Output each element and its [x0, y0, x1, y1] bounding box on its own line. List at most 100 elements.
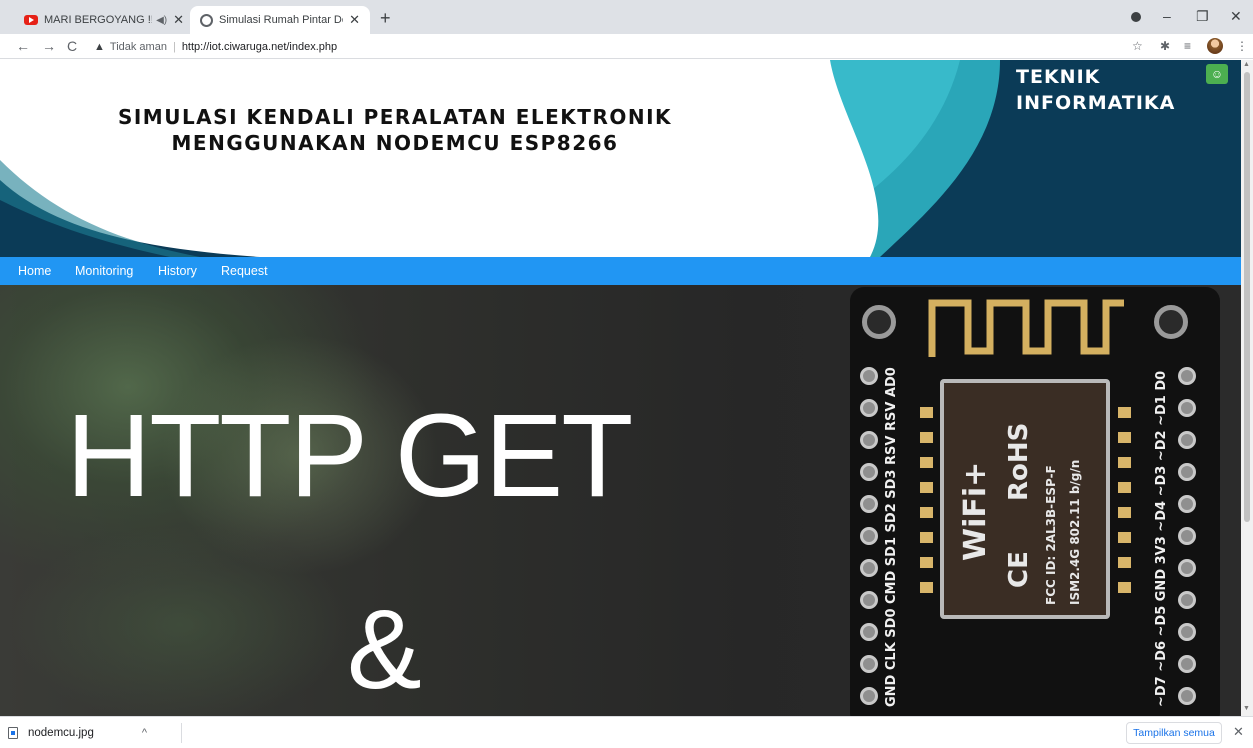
browser-toolbar: ← → C ▲ Tidak aman | http://iot.ciwaruga…	[0, 34, 1253, 59]
scrollbar-thumb[interactable]	[1244, 72, 1250, 522]
tab-simulasi[interactable]: Simulasi Rumah Pintar Dengan N ✕	[190, 6, 370, 34]
close-download-bar-icon[interactable]: ✕	[1233, 724, 1244, 740]
security-status[interactable]: Tidak aman	[110, 41, 167, 53]
header-pin	[860, 495, 878, 513]
mounting-hole	[1154, 305, 1188, 339]
brand-line1: TEKNIK	[1016, 66, 1101, 88]
module-pad	[1118, 582, 1131, 593]
divider	[181, 723, 182, 743]
omnibox-separator: |	[172, 40, 176, 53]
header-pin	[1178, 463, 1196, 481]
header-pin	[1178, 687, 1196, 705]
header-pin	[1178, 431, 1196, 449]
brand-label: TEKNIK INFORMATIKA	[1016, 64, 1175, 116]
module-pad	[920, 532, 933, 543]
pin-labels-left: GND CLK SD0 CMD SD1 SD2 SD3 RSV RSV AD0	[884, 367, 899, 707]
page-title: SIMULASI KENDALI PERALATAN ELEKTRONIK ME…	[0, 104, 790, 156]
back-button[interactable]: ←	[16, 38, 30, 54]
profile-avatar[interactable]	[1207, 38, 1223, 54]
tab-youtube[interactable]: MARI BERGOYANG !!! KOMP ◀) ✕	[14, 6, 194, 34]
module-pad	[920, 407, 933, 418]
header-pin	[1178, 559, 1196, 577]
page-title-line2: MENGGUNAKAN NODEMCU ESP8266	[171, 131, 619, 155]
address-bar[interactable]: ▲ Tidak aman | http://iot.ciwaruga.net/i…	[94, 37, 337, 56]
reading-list-icon[interactable]: ≡	[1184, 39, 1191, 53]
nav-home[interactable]: Home	[18, 264, 51, 278]
header-pin	[860, 559, 878, 577]
pin-labels-right: ~D7 ~D6 ~D5 GND 3V3 ~D4 ~D3 ~D2 ~D1 D0	[1154, 370, 1169, 707]
header-pin	[1178, 655, 1196, 673]
scroll-up-icon[interactable]: ▲	[1243, 61, 1250, 68]
scroll-down-icon[interactable]: ▼	[1243, 705, 1250, 712]
show-all-button[interactable]: Tampilkan semua	[1126, 722, 1222, 744]
header-pin	[1178, 495, 1196, 513]
hero-ampersand: &	[347, 587, 422, 712]
nodemcu-board-image: GND CLK SD0 CMD SD1 SD2 SD3 RSV RSV AD0 …	[850, 287, 1220, 716]
tab-strip: MARI BERGOYANG !!! KOMP ◀) ✕ Simulasi Ru…	[0, 0, 1253, 34]
page-viewport: SIMULASI KENDALI PERALATAN ELEKTRONIK ME…	[0, 60, 1241, 716]
nav-monitoring[interactable]: Monitoring	[75, 264, 133, 278]
rohs-mark: RoHS	[1004, 422, 1034, 501]
module-pad	[920, 482, 933, 493]
module-pad	[1118, 407, 1131, 418]
warning-icon[interactable]: ▲	[94, 41, 105, 53]
mounting-hole	[862, 305, 896, 339]
nav-history[interactable]: History	[158, 264, 197, 278]
page-scrollbar[interactable]: ▲ ▼	[1241, 60, 1253, 716]
header-pin	[1178, 591, 1196, 609]
header-pin	[860, 527, 878, 545]
pcb-antenna-graphic	[928, 299, 1124, 357]
wifi-logo: WiFi+	[958, 461, 993, 561]
header-pin	[860, 687, 878, 705]
header-pin	[860, 431, 878, 449]
url-text[interactable]: http://iot.ciwaruga.net/index.php	[182, 41, 337, 53]
globe-icon	[200, 13, 213, 27]
audio-playing-icon[interactable]: ◀)	[152, 15, 167, 26]
youtube-icon	[24, 15, 38, 25]
reload-button[interactable]: C	[67, 38, 77, 54]
window-close-button[interactable]: ✕	[1230, 8, 1242, 25]
esp8266-module: WiFi+ RoHS CE FCC ID: 2AL3B-ESP-F ISM2.4…	[940, 379, 1110, 619]
download-shelf: nodemcu.jpg ^ Tampilkan semua ✕	[0, 716, 1253, 748]
close-tab-icon[interactable]: ✕	[167, 12, 184, 28]
module-pad	[1118, 532, 1131, 543]
profile-indicator-icon[interactable]	[1131, 12, 1141, 22]
header-pin	[1178, 623, 1196, 641]
page-title-line1: SIMULASI KENDALI PERALATAN ELEKTRONIK	[117, 105, 673, 129]
header-pin	[860, 655, 878, 673]
module-pad	[920, 582, 933, 593]
download-filename[interactable]: nodemcu.jpg	[28, 727, 94, 739]
main-nav: Home Monitoring History Request	[0, 257, 1241, 285]
module-pad	[1118, 457, 1131, 468]
restore-button[interactable]: ❐	[1196, 8, 1209, 25]
module-pad	[920, 457, 933, 468]
header-pin	[1178, 399, 1196, 417]
chevron-up-icon[interactable]: ^	[142, 727, 147, 739]
bookmark-star-icon[interactable]: ☆	[1132, 39, 1143, 53]
nav-request[interactable]: Request	[221, 264, 268, 278]
extensions-icon[interactable]: ✱	[1160, 39, 1170, 53]
forward-button[interactable]: →	[42, 38, 56, 54]
header-pin	[860, 463, 878, 481]
hero-banner: HTTP GET & GND CLK SD0 CMD SD1 SD2 SD3 R…	[0, 285, 1241, 716]
header-pin	[860, 623, 878, 641]
download-item[interactable]: nodemcu.jpg ^	[8, 723, 147, 743]
header-pin	[860, 591, 878, 609]
module-pad	[1118, 482, 1131, 493]
ism-label: ISM2.4G 802.11 b/g/n	[1068, 459, 1082, 605]
site-header: SIMULASI KENDALI PERALATAN ELEKTRONIK ME…	[0, 60, 1241, 257]
module-pad	[920, 507, 933, 518]
close-tab-icon[interactable]: ✕	[343, 12, 360, 28]
module-pad	[1118, 557, 1131, 568]
menu-icon[interactable]: ⋮	[1236, 39, 1248, 53]
accessibility-icon[interactable]: ☺	[1206, 64, 1228, 84]
minimize-button[interactable]: –	[1163, 8, 1171, 24]
new-tab-button[interactable]: +	[380, 8, 391, 29]
tab-title: Simulasi Rumah Pintar Dengan N	[219, 14, 343, 26]
header-pin	[860, 399, 878, 417]
fcc-id-label: FCC ID: 2AL3B-ESP-F	[1044, 465, 1058, 605]
hero-heading: HTTP GET	[66, 390, 633, 522]
brand-line2: INFORMATIKA	[1016, 92, 1176, 114]
background-plant-blur	[10, 525, 350, 716]
header-pin	[1178, 367, 1196, 385]
